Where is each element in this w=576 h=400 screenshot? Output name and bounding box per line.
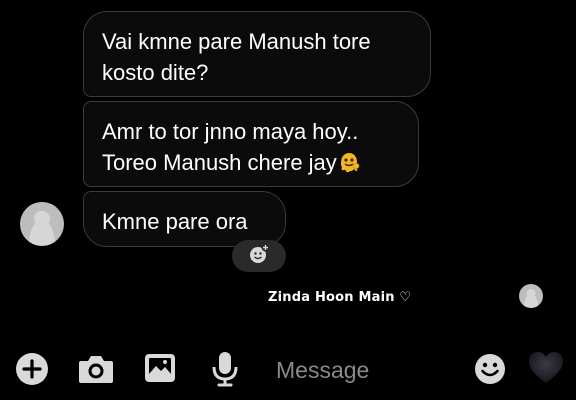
seen-status-text: Zinda Hoon Main ♡	[268, 290, 412, 305]
message-input[interactable]	[262, 350, 476, 390]
message-text: Amr to tor jnno maya hoy.. Toreo Manush …	[102, 119, 359, 175]
camera-button[interactable]	[77, 354, 115, 388]
melting-face-emoji-icon	[337, 150, 361, 174]
emoji-icon	[473, 352, 507, 391]
send-heart-button[interactable]	[526, 350, 566, 390]
gallery-button[interactable]	[142, 353, 178, 387]
add-reaction-button[interactable]	[232, 240, 286, 272]
message-bubble[interactable]: Amr to tor jnno maya hoy.. Toreo Manush …	[83, 101, 419, 187]
emoji-button[interactable]	[472, 353, 508, 389]
message-bubble[interactable]: Vai kmne pare Manush tore kosto dite?	[83, 11, 431, 97]
microphone-icon	[211, 350, 239, 393]
add-reaction-icon	[248, 243, 270, 270]
camera-icon	[77, 353, 115, 390]
message-text: Kmne pare ora	[102, 209, 248, 234]
heart-icon	[527, 350, 565, 391]
gallery-icon	[143, 352, 177, 389]
voice-message-button[interactable]	[210, 350, 240, 393]
message-text: Vai kmne pare Manush tore kosto dite?	[102, 29, 371, 85]
plus-icon	[15, 352, 49, 391]
sender-avatar[interactable]	[20, 202, 64, 246]
seen-avatar	[519, 284, 543, 308]
more-actions-button[interactable]	[15, 352, 49, 391]
message-bubble[interactable]: Kmne pare ora	[83, 191, 286, 247]
